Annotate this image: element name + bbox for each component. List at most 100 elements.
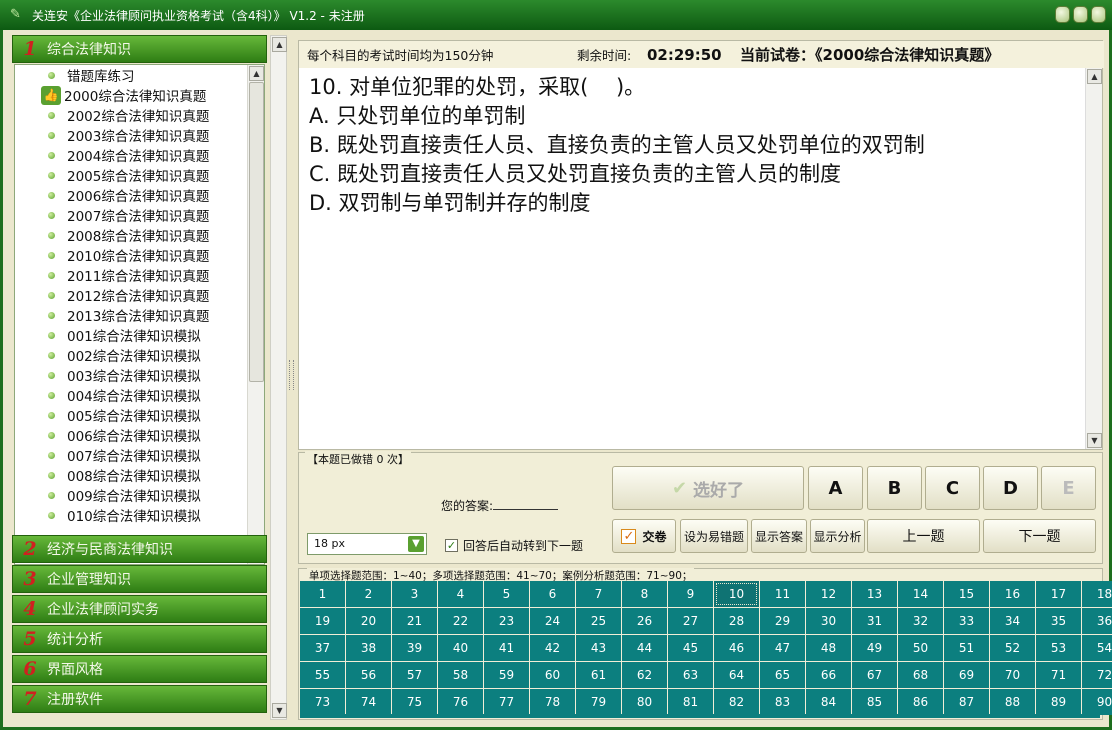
question-number-cell[interactable]: 30: [806, 608, 851, 634]
question-number-cell[interactable]: 42: [530, 635, 575, 661]
question-number-cell[interactable]: 87: [944, 689, 989, 715]
show-answer-button[interactable]: 显示答案: [751, 519, 807, 553]
category-4-header[interactable]: 4 企业法律顾问实务: [12, 595, 267, 623]
category-3-header[interactable]: 3 企业管理知识: [12, 565, 267, 593]
category-5-header[interactable]: 5 统计分析: [12, 625, 267, 653]
question-number-cell[interactable]: 24: [530, 608, 575, 634]
question-number-cell[interactable]: 80: [622, 689, 667, 715]
question-number-cell[interactable]: 13: [852, 581, 897, 607]
tree-item[interactable]: 005综合法律知识模拟: [15, 405, 245, 425]
tree-item[interactable]: 003综合法律知识模拟: [15, 365, 245, 385]
scroll-down-arrow-icon[interactable]: ▼: [272, 703, 287, 718]
scroll-up-arrow-icon[interactable]: ▲: [1087, 69, 1102, 84]
question-number-cell[interactable]: 68: [898, 662, 943, 688]
question-number-cell[interactable]: 15: [944, 581, 989, 607]
question-number-cell[interactable]: 90: [1082, 689, 1112, 715]
question-number-cell[interactable]: 71: [1036, 662, 1081, 688]
question-number-cell[interactable]: 49: [852, 635, 897, 661]
question-number-cell[interactable]: 41: [484, 635, 529, 661]
question-number-cell[interactable]: 9: [668, 581, 713, 607]
question-number-cell[interactable]: 63: [668, 662, 713, 688]
question-number-cell[interactable]: 73: [300, 689, 345, 715]
tree-item[interactable]: 2011综合法律知识真题: [15, 265, 245, 285]
tree-item[interactable]: 2013综合法律知识真题: [15, 305, 245, 325]
question-number-cell[interactable]: 59: [484, 662, 529, 688]
question-number-cell[interactable]: 40: [438, 635, 483, 661]
question-number-cell[interactable]: 44: [622, 635, 667, 661]
auto-next-checkbox[interactable]: ✓ 回答后自动转到下一题: [445, 537, 583, 554]
choice-a-button[interactable]: A: [808, 466, 863, 510]
tree-item[interactable]: 009综合法律知识模拟: [15, 485, 245, 505]
question-number-cell[interactable]: 85: [852, 689, 897, 715]
tree-item[interactable]: 002综合法律知识模拟: [15, 345, 245, 365]
question-number-cell[interactable]: 62: [622, 662, 667, 688]
choice-b-button[interactable]: B: [867, 466, 922, 510]
question-number-cell[interactable]: 83: [760, 689, 805, 715]
question-number-cell[interactable]: 23: [484, 608, 529, 634]
tree-scrollbar[interactable]: ▲ ▼: [247, 65, 264, 564]
category-1-header[interactable]: 1 综合法律知识: [12, 35, 267, 63]
question-number-cell[interactable]: 17: [1036, 581, 1081, 607]
question-number-cell[interactable]: 31: [852, 608, 897, 634]
question-number-cell[interactable]: 67: [852, 662, 897, 688]
question-number-cell[interactable]: 8: [622, 581, 667, 607]
tree-item[interactable]: 2008综合法律知识真题: [15, 225, 245, 245]
question-number-cell[interactable]: 64: [714, 662, 759, 688]
category-2-header[interactable]: 2 经济与民商法律知识: [12, 535, 267, 563]
question-number-cell[interactable]: 35: [1036, 608, 1081, 634]
panel-splitter[interactable]: [289, 360, 294, 390]
navigator-scrollbar[interactable]: [300, 714, 1100, 718]
question-number-cell[interactable]: 69: [944, 662, 989, 688]
question-number-cell[interactable]: 81: [668, 689, 713, 715]
question-number-cell[interactable]: 26: [622, 608, 667, 634]
submit-exam-button[interactable]: ✓ 交卷: [612, 519, 676, 553]
maximize-button[interactable]: [1073, 6, 1088, 23]
scroll-down-arrow-icon[interactable]: ▼: [1087, 433, 1102, 448]
category-7-header[interactable]: 7 注册软件: [12, 685, 267, 713]
question-number-cell[interactable]: 25: [576, 608, 621, 634]
question-number-cell[interactable]: 11: [760, 581, 805, 607]
question-number-cell[interactable]: 66: [806, 662, 851, 688]
question-number-cell[interactable]: 50: [898, 635, 943, 661]
question-number-cell[interactable]: 77: [484, 689, 529, 715]
question-number-cell[interactable]: 10: [714, 581, 759, 607]
question-number-cell[interactable]: 52: [990, 635, 1035, 661]
question-scrollbar[interactable]: ▲ ▼: [1085, 68, 1102, 449]
question-number-cell[interactable]: 34: [990, 608, 1035, 634]
question-number-cell[interactable]: 46: [714, 635, 759, 661]
tree-item[interactable]: 004综合法律知识模拟: [15, 385, 245, 405]
question-number-cell[interactable]: 61: [576, 662, 621, 688]
confirm-answer-button[interactable]: ✔ 选好了: [612, 466, 804, 510]
question-number-cell[interactable]: 75: [392, 689, 437, 715]
question-number-cell[interactable]: 70: [990, 662, 1035, 688]
category-6-header[interactable]: 6 界面风格: [12, 655, 267, 683]
question-number-cell[interactable]: 16: [990, 581, 1035, 607]
tree-item[interactable]: 2004综合法律知识真题: [15, 145, 245, 165]
question-number-cell[interactable]: 74: [346, 689, 391, 715]
question-number-cell[interactable]: 20: [346, 608, 391, 634]
question-number-cell[interactable]: 60: [530, 662, 575, 688]
tree-item[interactable]: 2006综合法律知识真题: [15, 185, 245, 205]
question-number-cell[interactable]: 89: [1036, 689, 1081, 715]
tree-item[interactable]: 2007综合法律知识真题: [15, 205, 245, 225]
question-number-cell[interactable]: 78: [530, 689, 575, 715]
question-number-cell[interactable]: 14: [898, 581, 943, 607]
question-number-cell[interactable]: 82: [714, 689, 759, 715]
question-number-cell[interactable]: 56: [346, 662, 391, 688]
question-number-cell[interactable]: 32: [898, 608, 943, 634]
question-number-cell[interactable]: 5: [484, 581, 529, 607]
scroll-up-arrow-icon[interactable]: ▲: [249, 66, 264, 81]
scroll-thumb[interactable]: [249, 82, 264, 382]
question-number-cell[interactable]: 4: [438, 581, 483, 607]
sidebar-scrollbar[interactable]: ▲ ▼: [270, 35, 287, 720]
question-number-cell[interactable]: 36: [1082, 608, 1112, 634]
question-number-cell[interactable]: 2: [346, 581, 391, 607]
question-number-cell[interactable]: 18: [1082, 581, 1112, 607]
tree-item[interactable]: 👍 2000综合法律知识真题: [15, 85, 245, 105]
dropdown-arrow-icon[interactable]: ▼: [408, 536, 424, 552]
tree-item[interactable]: 001综合法律知识模拟: [15, 325, 245, 345]
next-question-button[interactable]: 下一题: [983, 519, 1096, 553]
question-number-cell[interactable]: 72: [1082, 662, 1112, 688]
question-number-cell[interactable]: 39: [392, 635, 437, 661]
question-number-cell[interactable]: 37: [300, 635, 345, 661]
